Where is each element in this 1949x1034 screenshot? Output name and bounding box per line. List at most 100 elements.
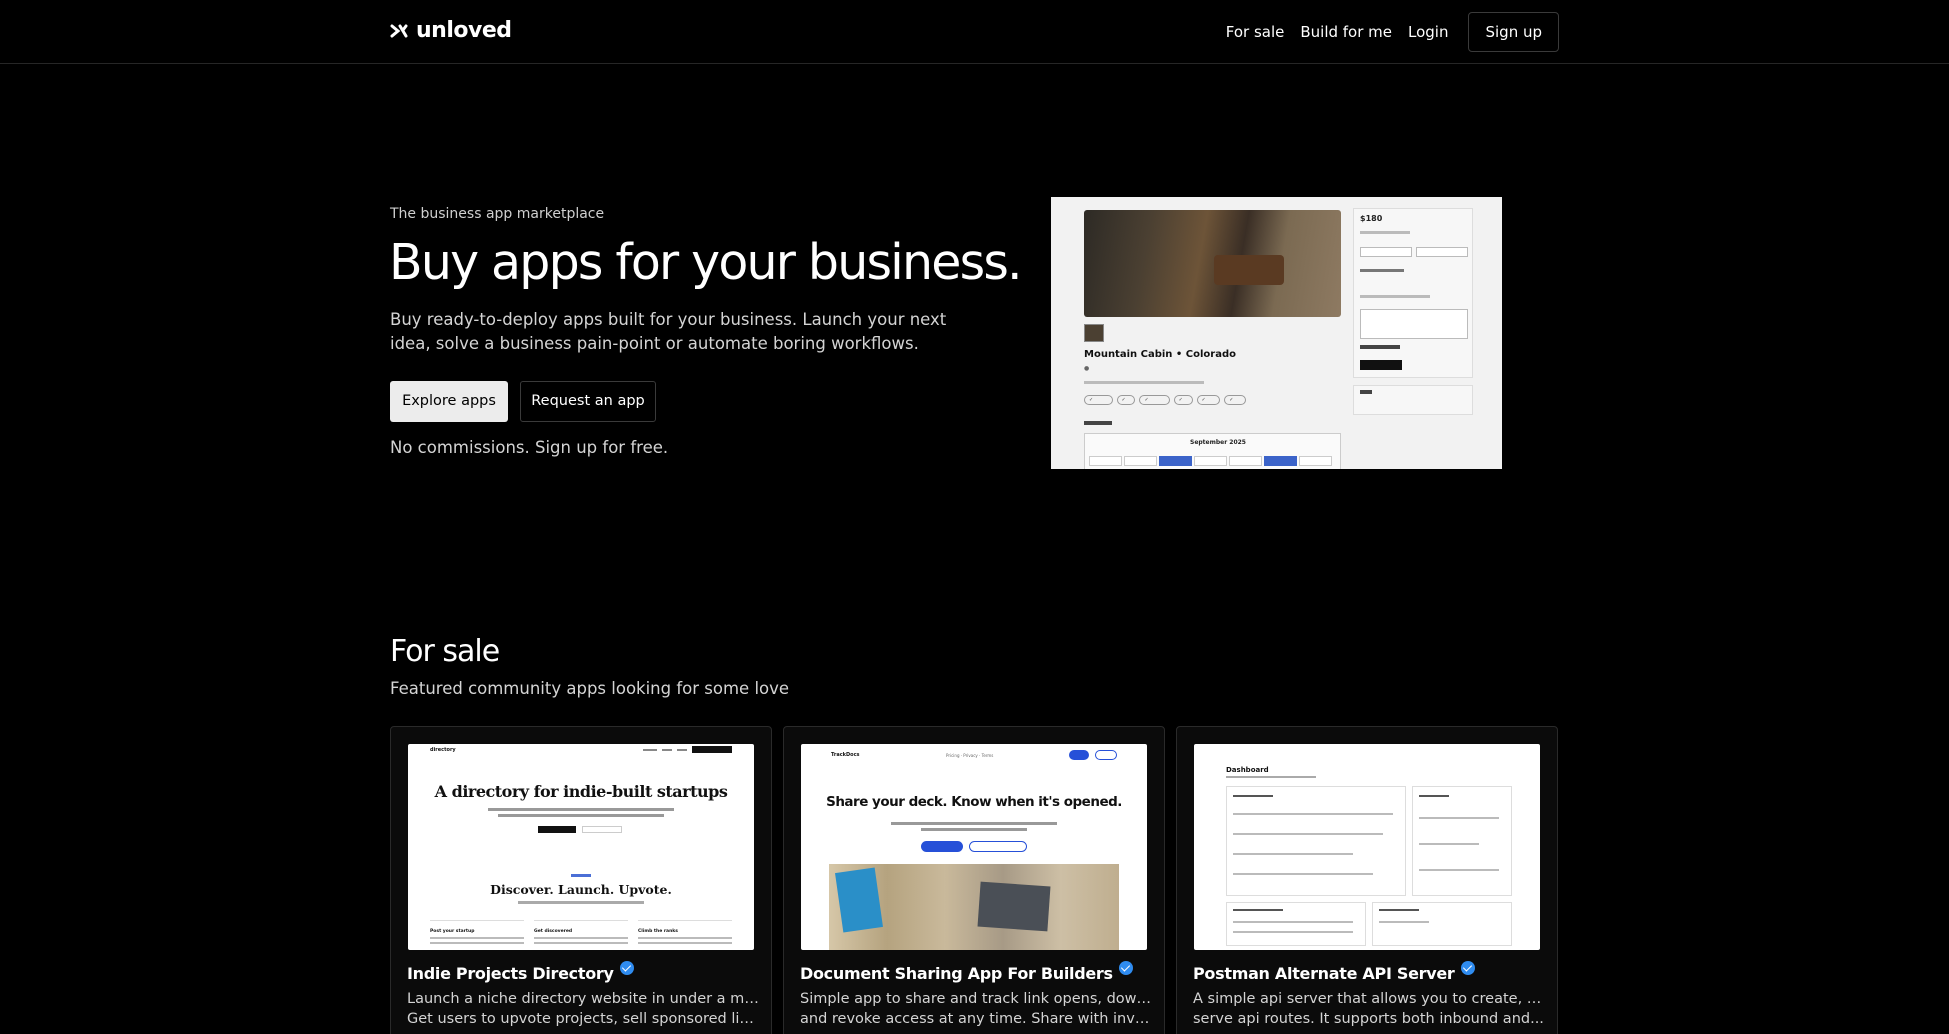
mock-text-line [1226, 776, 1316, 778]
app-card-desc-line: Launch a niche directory website in unde… [407, 991, 759, 1007]
mock-desk-photo [829, 864, 1119, 950]
mock-logo: TrackDocs [831, 752, 860, 758]
mock-panel [1412, 786, 1512, 896]
app-card-description: A simple api server that allows you to c… [1193, 989, 1545, 1029]
logo[interactable]: unloved [390, 18, 512, 44]
hero-note: No commissions. Sign up for free. [390, 438, 669, 457]
amenity-chips: ✓ ✓ ✓ ✓ ✓ ✓ [1084, 395, 1247, 405]
explore-apps-button[interactable]: Explore apps [390, 381, 508, 422]
calendar-month: September 2025 [1190, 439, 1246, 446]
chat-label [1360, 390, 1372, 394]
nav-build-for-me[interactable]: Build for me [1300, 12, 1392, 52]
mock-row [1233, 813, 1393, 815]
mock-text-line [921, 828, 1027, 831]
calendar-day [1089, 456, 1122, 466]
mock-headline: A directory for indie-built startups [434, 782, 728, 801]
mock-row [1233, 931, 1353, 933]
mock-login-button [1069, 750, 1089, 760]
mock-row [1233, 921, 1353, 923]
mock-column: Climb the ranks [638, 920, 732, 950]
mock-panel [1226, 902, 1366, 946]
mock-button [969, 841, 1027, 852]
app-card-description: Launch a niche directory website in unde… [407, 989, 759, 1029]
request-app-button[interactable]: Request an app [520, 381, 656, 422]
mock-headline: Dashboard [1226, 766, 1269, 774]
cabin-photo [1084, 210, 1341, 317]
amenity-chip: ✓ [1196, 395, 1221, 405]
hero-eyebrow: The business app marketplace [390, 206, 605, 222]
mock-button [582, 826, 622, 833]
verified-badge-icon [1118, 960, 1133, 975]
site-header: unloved For sale Build for me Login Sign… [0, 0, 1949, 64]
mock-row [1233, 873, 1373, 875]
check-in-field [1360, 247, 1412, 257]
app-card-desc-line: Simple app to share and track link opens… [800, 991, 1152, 1007]
app-card-desc-line: A simple api server that allows you to c… [1193, 991, 1545, 1007]
mock-signup-button [1095, 750, 1117, 760]
calendar-day-selected [1264, 456, 1297, 466]
app-card-image: Dashboard [1194, 744, 1540, 950]
mock-button [921, 841, 963, 852]
make-booking-button [1360, 360, 1402, 370]
app-card-title[interactable]: Postman Alternate API Server [1193, 960, 1475, 983]
text-line [1360, 269, 1404, 272]
mock-logo: directory [430, 747, 456, 753]
mock-navbar: directory [408, 744, 754, 758]
calendar-row [1089, 456, 1332, 466]
nav-for-sale[interactable]: For sale [1226, 12, 1285, 52]
app-card[interactable]: TrackDocs Pricing · Privacy · Terms Shar… [783, 726, 1165, 1034]
hero-title: Buy apps for your business. [389, 234, 1023, 291]
nav-login[interactable]: Login [1408, 12, 1448, 52]
app-card-desc-line: serve api routes. It supports both inbou… [1193, 1011, 1544, 1027]
amenity-chip: ✓ [1139, 395, 1170, 405]
mock-button [538, 826, 576, 833]
mock-row [1419, 843, 1479, 845]
app-card-description: Simple app to share and track link opens… [800, 989, 1152, 1029]
for-sale-title: For sale [390, 634, 500, 669]
mock-row [1419, 817, 1499, 819]
calendar-day [1194, 456, 1227, 466]
calendar-day [1229, 456, 1262, 466]
app-card-desc-line: Get users to upvote projects, sell spons… [407, 1011, 759, 1027]
mock-links [643, 746, 732, 753]
availability-label [1084, 421, 1112, 425]
app-card-title[interactable]: Indie Projects Directory [407, 960, 634, 983]
mock-text-line [518, 901, 644, 904]
app-card-image: TrackDocs Pricing · Privacy · Terms Shar… [801, 744, 1147, 950]
amenity-chip: ✓ [1116, 395, 1136, 405]
verified-badge-icon [619, 960, 634, 975]
booking-panel: $180 [1353, 208, 1473, 378]
mock-row [1419, 869, 1499, 871]
mock-row [1233, 909, 1283, 911]
calendar-day [1124, 456, 1157, 466]
listing-title: Mountain Cabin • Colorado [1084, 349, 1236, 360]
mock-text-line [488, 808, 674, 811]
mock-column: Get discovered [534, 920, 628, 950]
amenity-chip: ✓ [1084, 395, 1113, 405]
sign-up-button[interactable]: Sign up [1468, 12, 1559, 52]
text-line [1360, 295, 1430, 298]
logo-text: unloved [416, 18, 512, 43]
mock-row [1233, 833, 1383, 835]
app-card-title[interactable]: Document Sharing App For Builders [800, 960, 1133, 983]
mock-tag [571, 874, 591, 877]
mock-headline: Share your deck. Know when it's opened. [826, 794, 1122, 810]
mock-headline-2: Discover. Launch. Upvote. [490, 882, 672, 897]
total-label [1360, 345, 1400, 349]
app-card[interactable]: directory A directory for indie-built st… [390, 726, 772, 1034]
app-card-desc-line: and revoke access at any time. Share wit… [800, 1011, 1152, 1027]
nightly-price: $180 [1360, 214, 1383, 223]
mock-columns: Post your startup Get discovered Climb t… [430, 920, 732, 950]
mock-column: Post your startup [430, 920, 524, 950]
special-requests-field [1360, 309, 1468, 339]
mock-row [1379, 921, 1429, 923]
amenity-chip: ✓ [1173, 395, 1193, 405]
mock-row [1233, 853, 1353, 855]
mock-text-line [891, 822, 1057, 825]
listing-desc-line [1084, 381, 1204, 384]
app-card[interactable]: Dashboard Postman Alternate API Server A… [1176, 726, 1558, 1034]
cabin-thumbnail [1084, 324, 1104, 342]
mock-panel [1372, 902, 1512, 946]
app-card-title-text: Postman Alternate API Server [1193, 964, 1455, 983]
app-card-title-text: Document Sharing App For Builders [800, 964, 1113, 983]
